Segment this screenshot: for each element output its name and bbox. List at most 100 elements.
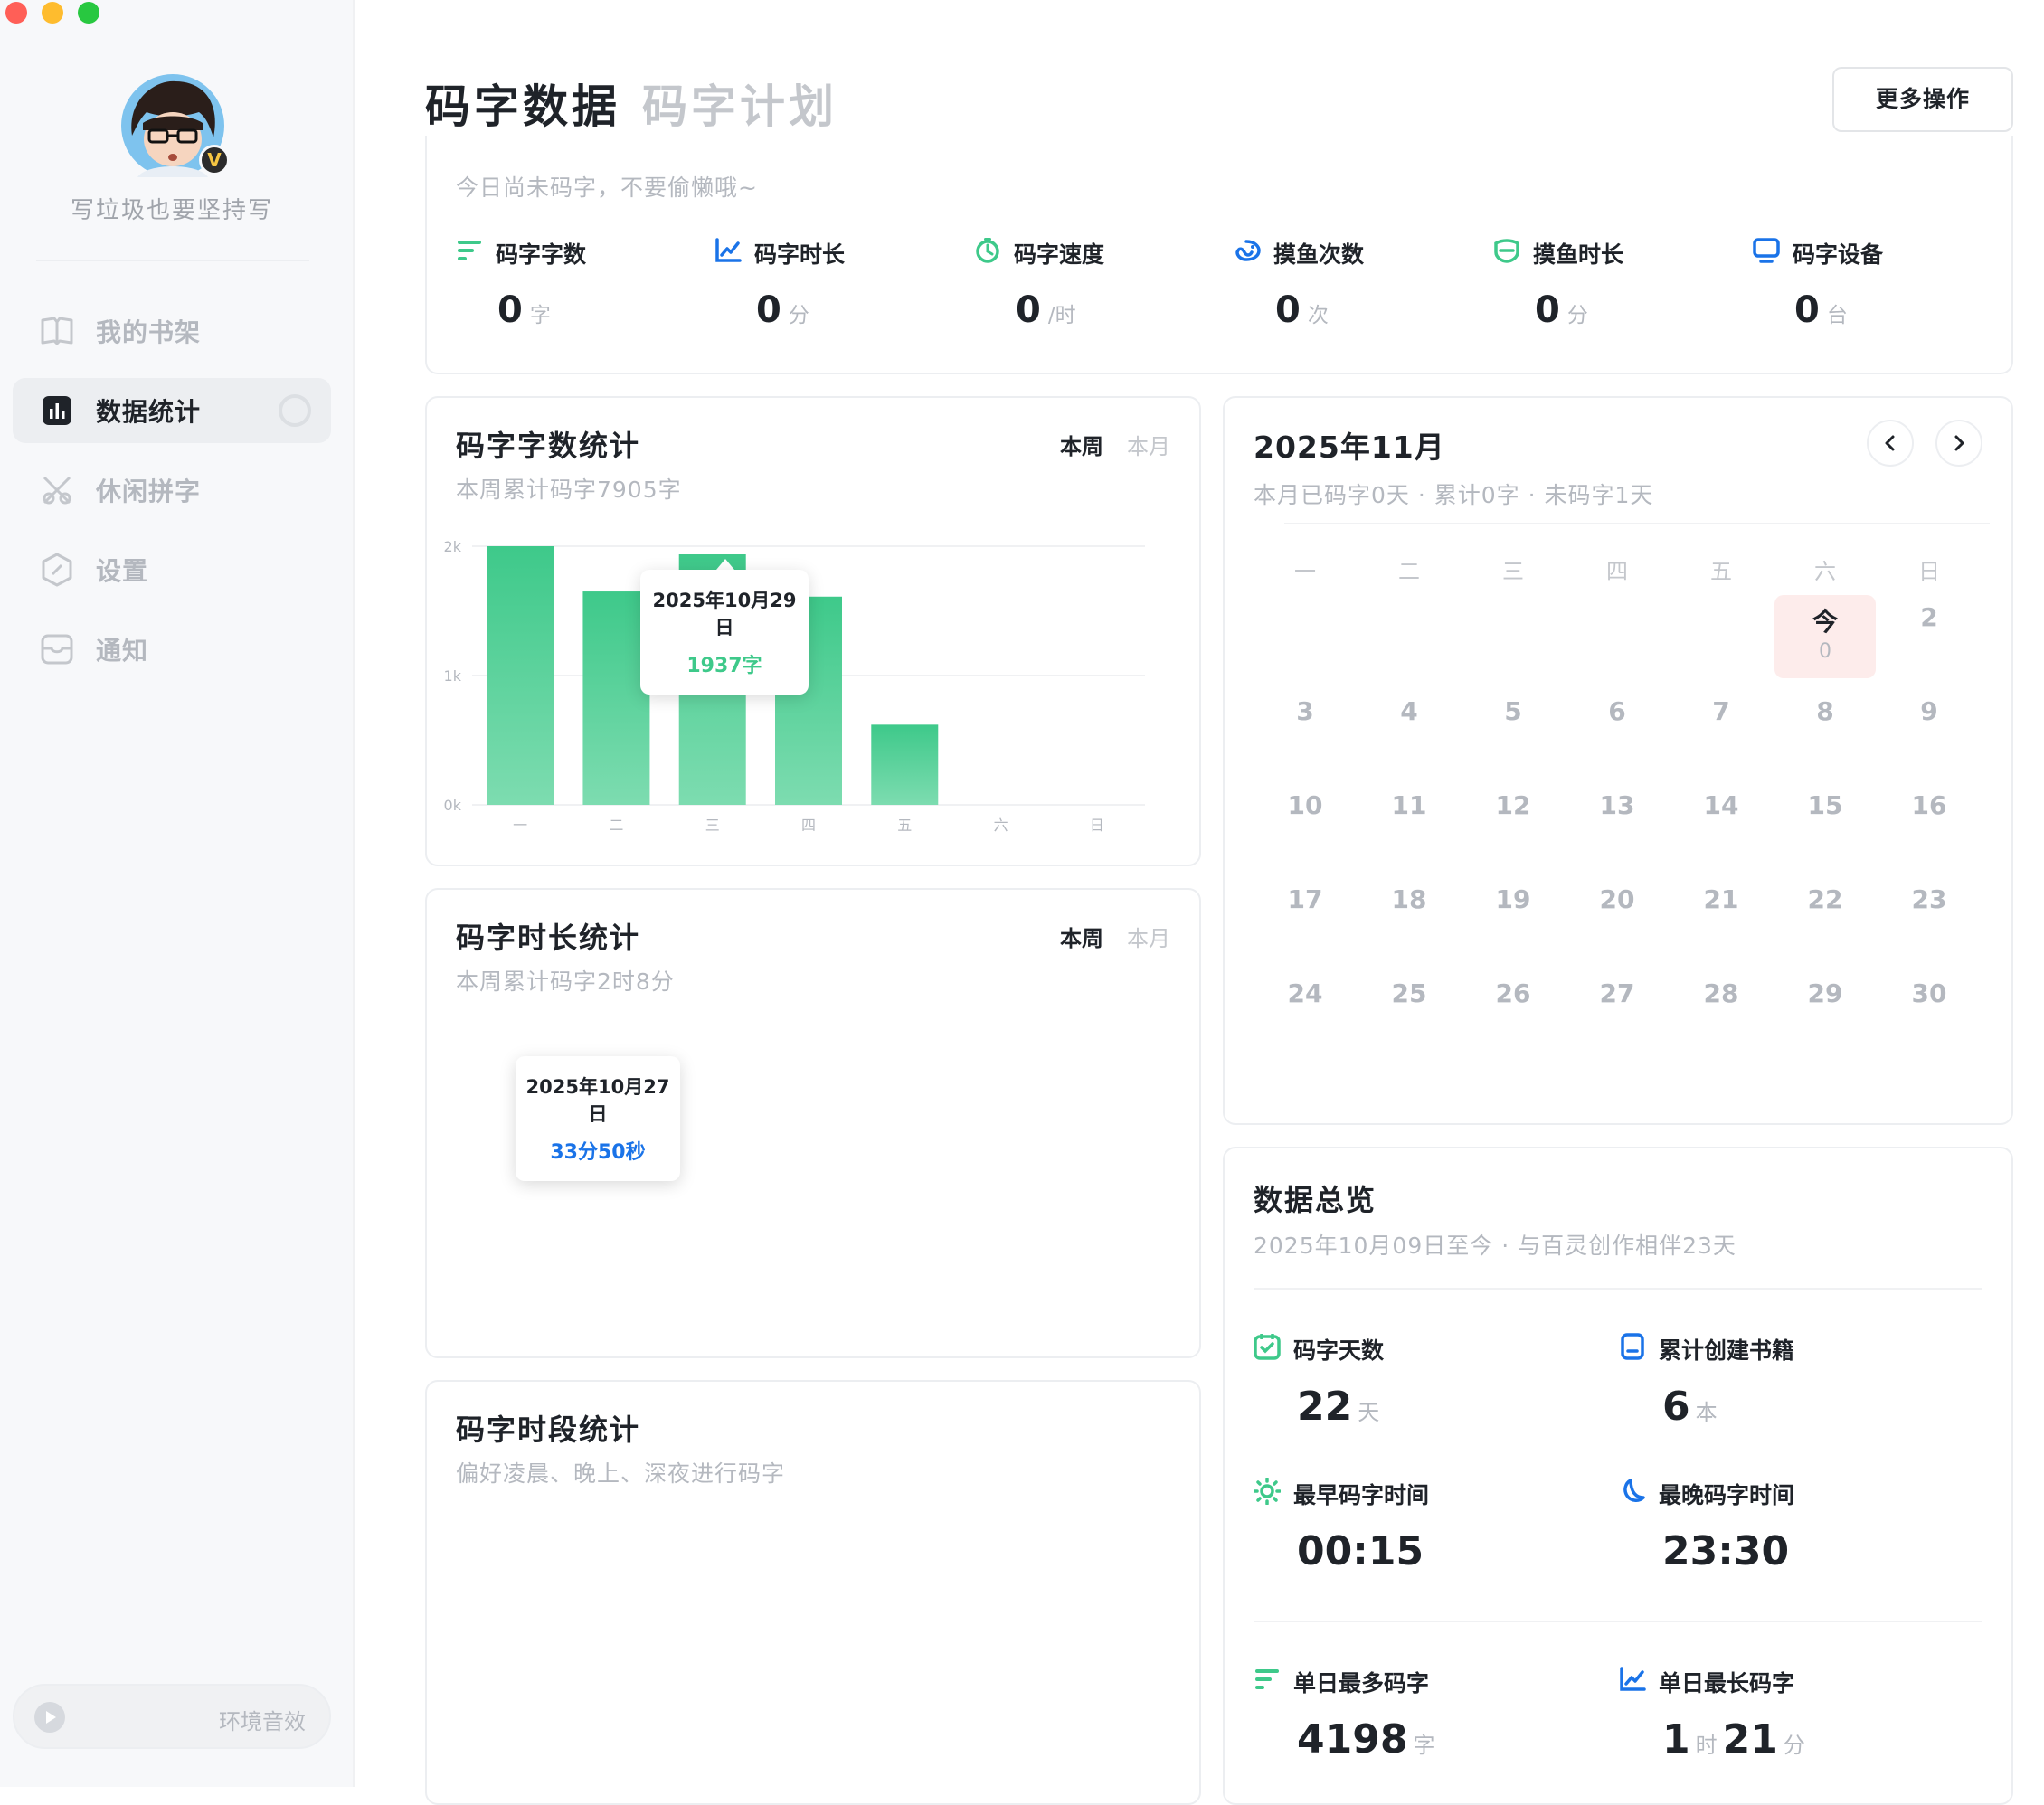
weekday-header: 四	[1606, 559, 1628, 584]
chart-bar	[871, 724, 939, 805]
tooltip-date: 2025年10月29日	[652, 590, 797, 638]
x-tick-label: 三	[705, 817, 720, 834]
weekday-header: 三	[1502, 559, 1524, 584]
value-number: 1	[1662, 1716, 1690, 1762]
y-tick-label: 0k	[444, 797, 462, 814]
overview-value: 4198 字	[1297, 1716, 1440, 1762]
card-subtitle: 本周累计码字2时8分	[456, 969, 675, 995]
calendar-day[interactable]: 17	[1269, 884, 1341, 914]
calendar-day[interactable]: 29	[1789, 978, 1861, 1008]
x-tick-label: 一	[513, 817, 527, 834]
overview-books-created: 累计创建书籍	[1619, 1333, 1794, 1366]
chevron-left-icon	[1885, 435, 1895, 451]
overview-label: 码字天数	[1293, 1337, 1385, 1364]
overview-value: 6本	[1662, 1384, 1723, 1430]
x-tick-label: 四	[801, 817, 816, 834]
today-word-count: 0	[1819, 640, 1831, 663]
x-tick-label: 五	[897, 817, 912, 834]
y-tick-label: 2k	[444, 538, 462, 555]
segment-month[interactable]: 本月	[1127, 921, 1170, 952]
calendar-day[interactable]: 21	[1685, 884, 1757, 914]
value-unit: 本	[1695, 1400, 1718, 1425]
value-number: 6	[1662, 1384, 1690, 1430]
calendar-day[interactable]: 30	[1893, 978, 1965, 1008]
calendar-day[interactable]: 22	[1789, 884, 1861, 914]
overview-writing-days: 码字天数	[1254, 1333, 1384, 1366]
calendar-day[interactable]: 19	[1477, 884, 1549, 914]
overview-label: 累计创建书籍	[1659, 1337, 1795, 1364]
calendar-day[interactable]: 10	[1269, 790, 1341, 820]
card-subtitle: 偏好凌晨、晚上、深夜进行码字	[456, 1460, 786, 1487]
calendar-month-title: 2025年11月	[1254, 430, 1445, 465]
overview-longest-day: 单日最长码字	[1619, 1666, 1794, 1698]
overview-divider	[1254, 1288, 1982, 1290]
overview-label: 最早码字时间	[1293, 1482, 1430, 1508]
x-tick-label: 六	[994, 817, 1008, 834]
overview-label: 单日最多码字	[1293, 1670, 1430, 1696]
overview-value: 23:30	[1662, 1528, 1789, 1574]
y-tick-label: 1k	[444, 667, 462, 685]
weekday-header: 五	[1710, 559, 1732, 584]
calendar-day[interactable]: 4	[1373, 696, 1445, 726]
overview-max-words-day: 单日最多码字	[1254, 1666, 1429, 1698]
value-number: 00:15	[1297, 1528, 1424, 1574]
card-title: 码字时长统计	[456, 921, 641, 955]
overview-value: 00:15	[1297, 1528, 1424, 1574]
value-unit: 天	[1358, 1400, 1380, 1425]
chart-bar	[487, 546, 554, 805]
calendar-day[interactable]: 24	[1269, 978, 1341, 1008]
calendar-day[interactable]: 2	[1893, 602, 1965, 632]
sun-icon	[1253, 1477, 1293, 1510]
overview-label: 最晚码字时间	[1659, 1482, 1795, 1508]
chart-tooltip: 2025年10月29日 1937字	[640, 570, 809, 695]
calendar-day[interactable]: 11	[1373, 790, 1445, 820]
weekday-header: 六	[1814, 559, 1836, 584]
calendar-day[interactable]: 16	[1893, 790, 1965, 820]
calendar-day[interactable]: 9	[1893, 696, 1965, 726]
x-tick-label: 日	[1090, 817, 1104, 834]
tooltip-value: 1937字	[686, 655, 762, 677]
x-tick-label: 二	[609, 817, 623, 834]
calendar-day[interactable]: 25	[1373, 978, 1445, 1008]
calendar-day[interactable]: 13	[1581, 790, 1653, 820]
calendar-divider	[1284, 523, 1990, 524]
overview-earliest-time: 最早码字时间	[1253, 1477, 1430, 1510]
tooltip-date: 2025年10月27日	[525, 1076, 670, 1125]
tooltip-value: 33分50秒	[550, 1141, 646, 1164]
overview-label: 单日最长码字	[1659, 1670, 1795, 1696]
value-number-2: 21	[1722, 1716, 1778, 1762]
calendar-subtitle: 本月已码字0天 · 累计0字 · 未码字1天	[1254, 482, 1654, 508]
overview-divider	[1254, 1621, 1982, 1622]
value-unit-2: 分	[1783, 1733, 1805, 1758]
calendar-day[interactable]: 27	[1581, 978, 1653, 1008]
calendar-day[interactable]: 6	[1581, 696, 1653, 726]
card-subtitle: 2025年10月09日至今 · 与百灵创作相伴23天	[1254, 1233, 1736, 1259]
overview-value: 22 天	[1297, 1384, 1385, 1430]
calendar-day[interactable]: 18	[1373, 884, 1445, 914]
calendar-day[interactable]: 8	[1789, 696, 1861, 726]
moon-icon	[1619, 1478, 1659, 1510]
weekday-header: 一	[1294, 559, 1316, 584]
calendar-day[interactable]: 26	[1477, 978, 1549, 1008]
calendar-day[interactable]: 3	[1269, 696, 1341, 726]
prev-month-button[interactable]	[1867, 420, 1914, 467]
next-month-button[interactable]	[1935, 420, 1982, 467]
segment-week[interactable]: 本周	[1060, 921, 1103, 952]
overview-value: 1 时 21 分	[1662, 1716, 1811, 1762]
weekday-header: 二	[1398, 559, 1420, 584]
calendar-day[interactable]: 14	[1685, 790, 1757, 820]
calendar-day[interactable]: 5	[1477, 696, 1549, 726]
calendar-day[interactable]: 7	[1685, 696, 1757, 726]
value-number: 23:30	[1662, 1528, 1790, 1574]
card-title: 数据总览	[1254, 1183, 1377, 1217]
calendar-day[interactable]: 23	[1893, 884, 1965, 914]
calendar-day[interactable]: 20	[1581, 884, 1653, 914]
calendar-day[interactable]: 28	[1685, 978, 1757, 1008]
calendar-day[interactable]: 15	[1789, 790, 1861, 820]
line-chart-icon	[1619, 1667, 1659, 1697]
text-lines-icon	[1254, 1668, 1293, 1696]
calendar-today-cell[interactable]: 今0	[1774, 595, 1876, 678]
book-outline-icon	[1619, 1333, 1659, 1366]
weekday-header: 日	[1918, 559, 1940, 584]
calendar-day[interactable]: 12	[1477, 790, 1549, 820]
